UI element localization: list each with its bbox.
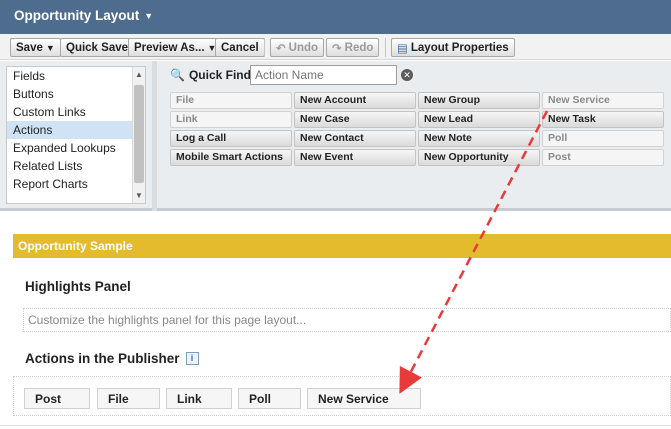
palette-item[interactable]: New Case	[294, 111, 416, 128]
scroll-up-icon[interactable]: ▲	[135, 70, 143, 79]
redo-icon: ↷	[332, 42, 342, 55]
category-actions[interactable]: Actions	[7, 121, 145, 139]
quick-save-button[interactable]: Quick Save	[60, 38, 135, 57]
palette-category-list: Fields Buttons Custom Links Actions Expa…	[6, 66, 146, 204]
publisher-action[interactable]: Link	[166, 388, 232, 409]
category-related-lists[interactable]: Related Lists	[7, 157, 145, 175]
publisher-action[interactable]: Poll	[238, 388, 301, 409]
category-report-charts[interactable]: Report Charts	[7, 175, 145, 193]
palette-item[interactable]: Mobile Smart Actions	[170, 149, 292, 166]
info-icon[interactable]: i	[185, 352, 199, 365]
palette-item[interactable]: New Note	[418, 130, 540, 147]
layout-properties-button[interactable]: ▤ Layout Properties	[391, 38, 515, 57]
quick-save-label: Quick Save	[66, 41, 129, 54]
toolbar-divider	[264, 38, 265, 57]
layout-properties-label: Layout Properties	[410, 41, 509, 54]
layout-header: Opportunity Layout ▼	[0, 0, 671, 34]
cancel-button[interactable]: Cancel	[215, 38, 265, 57]
quick-find-label: Quick Find	[188, 68, 251, 82]
search-icon: 🔍	[170, 68, 185, 82]
redo-label: Redo	[344, 41, 374, 54]
undo-button[interactable]: ↶ Undo	[270, 38, 325, 57]
save-label: Save	[16, 41, 43, 54]
category-custom-links[interactable]: Custom Links	[7, 103, 145, 121]
highlights-panel-title: Highlights Panel	[25, 279, 131, 294]
sample-header: Opportunity Sample	[13, 234, 671, 258]
category-expanded-lookups[interactable]: Expanded Lookups	[7, 139, 145, 157]
palette-item[interactable]: New Event	[294, 149, 416, 166]
layout-title: Opportunity Layout	[14, 8, 140, 23]
palette-item[interactable]: New Account	[294, 92, 416, 109]
palette-item[interactable]: Log a Call	[170, 130, 292, 147]
redo-button[interactable]: ↷ Redo	[326, 38, 380, 57]
palette-item[interactable]: New Lead	[418, 111, 540, 128]
publisher-title: Actions in the Publisher	[25, 351, 180, 366]
cancel-label: Cancel	[221, 41, 259, 54]
palette-item[interactable]: Post	[542, 149, 664, 166]
preview-as-button[interactable]: Preview As... ▼	[128, 38, 223, 57]
publisher-action[interactable]: File	[97, 388, 160, 409]
preview-as-label: Preview As...	[134, 41, 205, 54]
palette-item[interactable]: New Service	[542, 92, 664, 109]
clear-icon[interactable]: ✕	[401, 69, 413, 81]
publisher-action[interactable]: Post	[24, 388, 90, 409]
category-fields[interactable]: Fields	[7, 67, 145, 85]
save-button[interactable]: Save ▼	[10, 38, 61, 57]
quick-find: 🔍 Quick Find	[170, 65, 251, 85]
category-scrollbar[interactable]: ▲ ▼	[132, 67, 145, 203]
toolbar-divider	[385, 38, 386, 57]
quick-find-input[interactable]	[250, 65, 397, 85]
undo-label: Undo	[288, 41, 319, 54]
scroll-thumb[interactable]	[134, 85, 144, 183]
palette-item[interactable]: New Opportunity	[418, 149, 540, 166]
divider	[0, 425, 671, 426]
palette: Fields Buttons Custom Links Actions Expa…	[0, 61, 671, 211]
palette-item[interactable]: New Contact	[294, 130, 416, 147]
layout-properties-icon: ▤	[397, 42, 408, 55]
pane-divider[interactable]	[152, 61, 157, 211]
palette-items: File New Account New Group New Service L…	[170, 92, 665, 166]
toolbar: Save ▼ Quick Save Preview As... ▼ Cancel…	[0, 34, 671, 60]
highlights-panel-dropzone[interactable]: Customize the highlights panel for this …	[23, 308, 671, 332]
palette-item[interactable]: Poll	[542, 130, 664, 147]
undo-icon: ↶	[276, 42, 286, 55]
palette-item[interactable]: New Task	[542, 111, 664, 128]
caret-down-icon: ▼	[144, 11, 154, 21]
layout-title-dropdown[interactable]: Opportunity Layout ▼	[14, 8, 153, 23]
category-buttons[interactable]: Buttons	[7, 85, 145, 103]
publisher-action[interactable]: New Service	[307, 388, 421, 409]
palette-item[interactable]: Link	[170, 111, 292, 128]
scroll-down-icon[interactable]: ▼	[135, 191, 143, 200]
palette-item[interactable]: File	[170, 92, 292, 109]
publisher-section-title: Actions in the Publisher i	[25, 351, 199, 366]
caret-down-icon: ▼	[45, 42, 55, 53]
palette-item[interactable]: New Group	[418, 92, 540, 109]
